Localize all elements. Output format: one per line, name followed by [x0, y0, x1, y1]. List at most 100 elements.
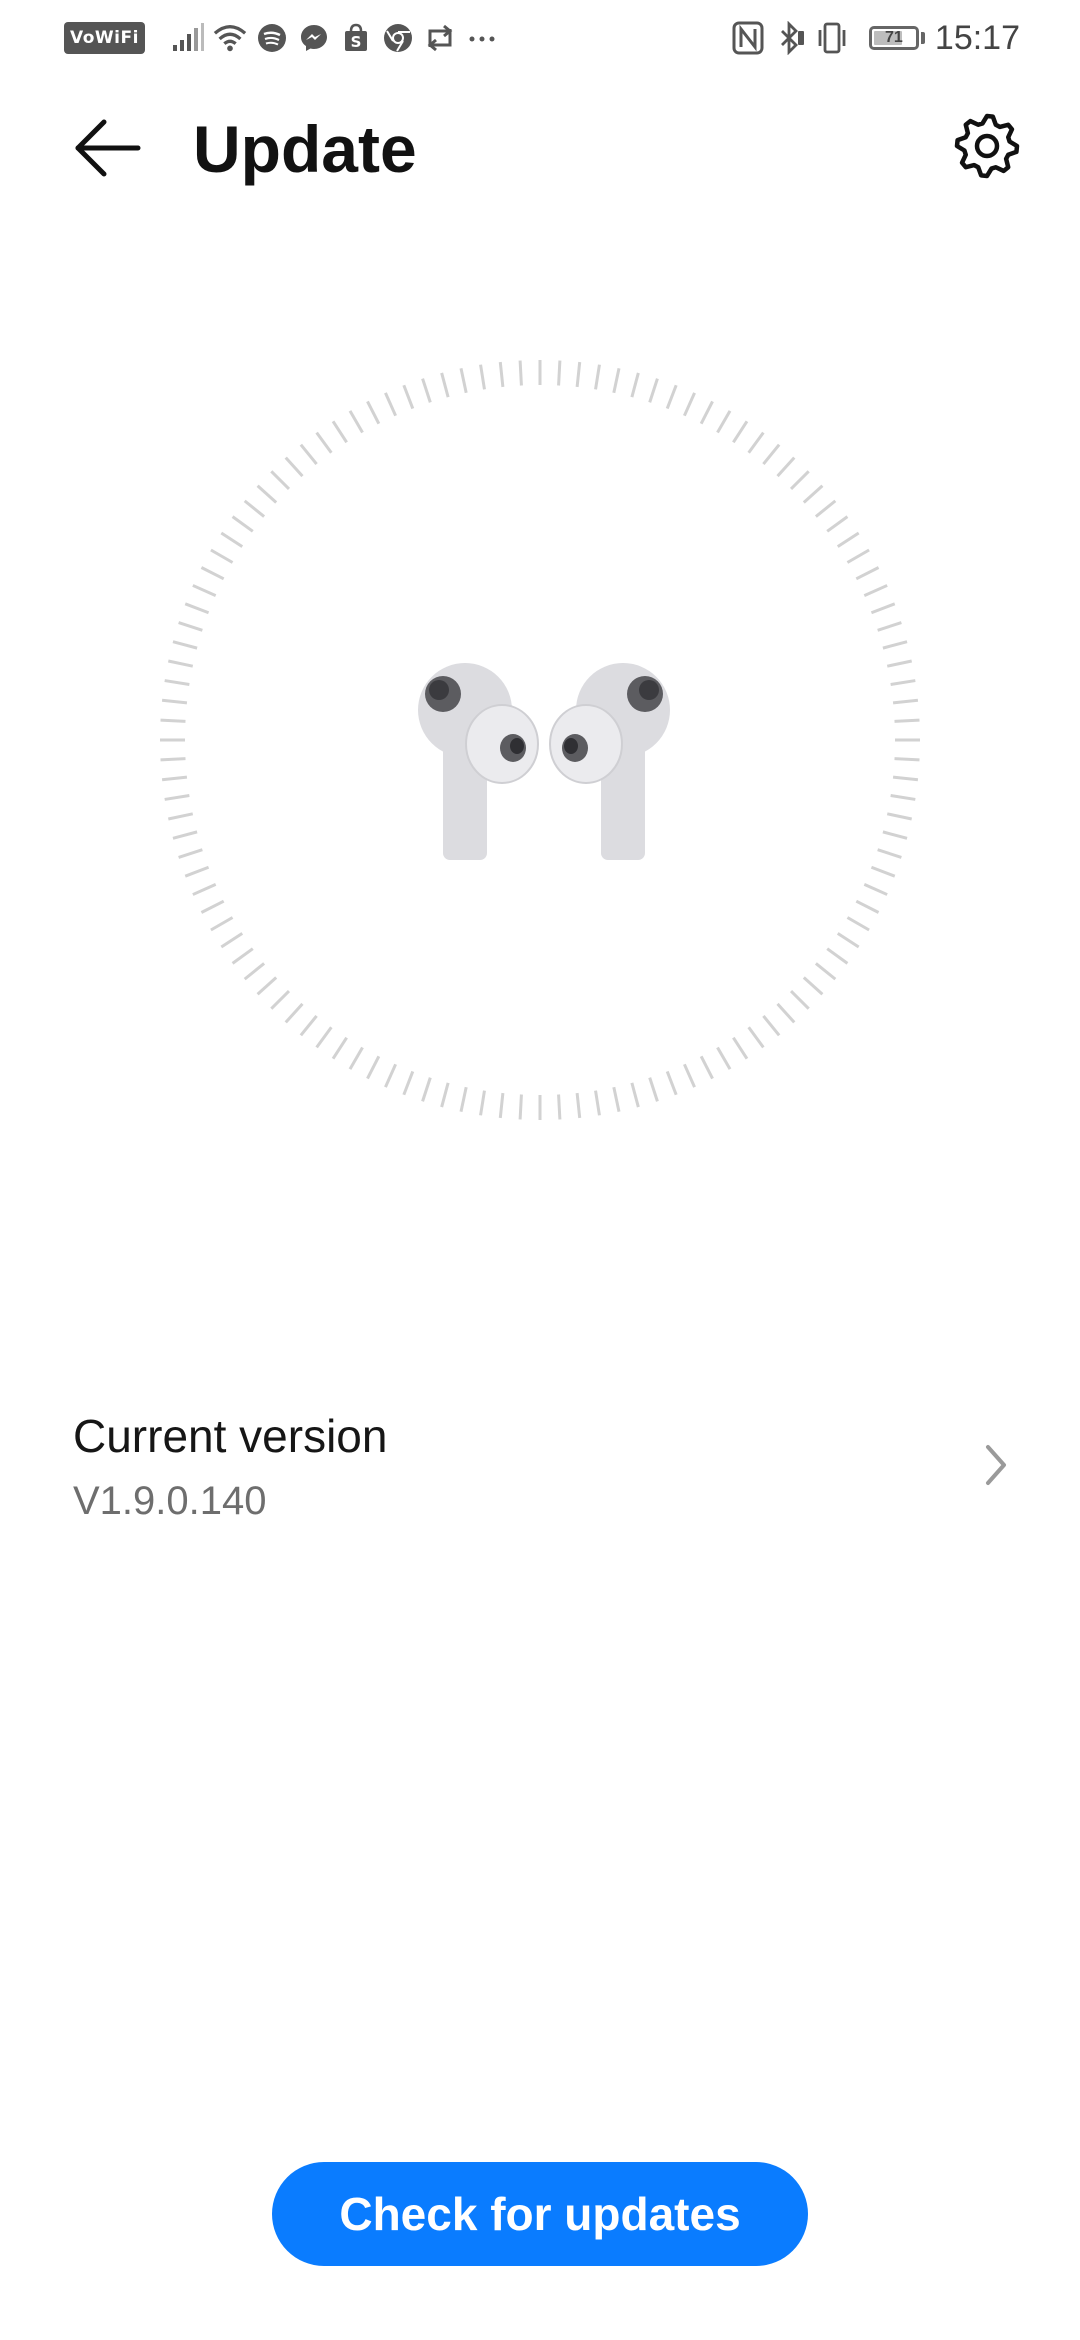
- page-title: Update: [193, 112, 417, 186]
- gear-icon: [951, 110, 1023, 187]
- ring-tick: [776, 456, 796, 478]
- vibrate-icon: [815, 21, 849, 55]
- ring-tick: [167, 659, 194, 668]
- ring-tick: [164, 794, 190, 801]
- status-time: 15:17: [934, 18, 1020, 57]
- ring-tick: [284, 1002, 304, 1024]
- settings-button[interactable]: [944, 105, 1030, 191]
- ring-tick: [575, 1092, 582, 1119]
- ring-tick: [178, 848, 203, 859]
- vowifi-badge: VoWiFi: [64, 22, 145, 54]
- ring-tick: [732, 420, 749, 444]
- ring-tick: [270, 989, 291, 1010]
- ring-tick: [594, 1090, 601, 1116]
- ring-tick: [648, 378, 659, 403]
- check-for-updates-button[interactable]: Check for updates: [272, 2162, 808, 2266]
- ring-tick: [243, 962, 266, 981]
- ring-tick: [161, 775, 188, 782]
- nfc-icon: [731, 21, 765, 55]
- ring-tick: [814, 499, 837, 518]
- ring-tick: [890, 794, 916, 801]
- ring-tick: [167, 812, 194, 821]
- ring-tick: [331, 1036, 348, 1060]
- ring-tick: [612, 367, 621, 394]
- current-version-row[interactable]: Current version V1.9.0.140: [0, 1395, 1080, 1545]
- ring-tick: [648, 1077, 659, 1102]
- more-notifications-icon: [465, 21, 499, 55]
- ring-tick: [348, 410, 364, 434]
- status-left-icons: VoWiFi S: [64, 16, 507, 60]
- ring-tick: [231, 947, 254, 965]
- ring-tick: [826, 947, 849, 965]
- ring-tick: [594, 364, 601, 390]
- progress-ring: [160, 360, 920, 1120]
- ring-tick: [802, 976, 824, 996]
- ring-tick: [348, 1046, 364, 1070]
- ring-tick: [612, 1086, 621, 1113]
- ring-tick: [762, 1014, 781, 1037]
- current-version-value: V1.9.0.140: [73, 1479, 267, 1523]
- ring-tick: [699, 400, 714, 425]
- ring-tick: [243, 499, 266, 518]
- ring-tick: [210, 548, 234, 564]
- ring-tick: [220, 932, 244, 949]
- status-bar: VoWiFi S 71 15:17: [0, 0, 1080, 80]
- ring-tick: [855, 899, 880, 914]
- ring-tick: [315, 1026, 333, 1049]
- ring-tick: [747, 431, 765, 454]
- wifi-icon: [213, 21, 247, 55]
- bluetooth-icon: [773, 21, 807, 55]
- battery-indicator: 71: [868, 26, 919, 50]
- shopping-bag-icon: S: [339, 21, 373, 55]
- app-header: Update: [0, 95, 1080, 205]
- ring-tick: [161, 698, 188, 705]
- ring-tick: [683, 392, 696, 417]
- ring-tick: [459, 367, 468, 394]
- ring-tick: [789, 470, 810, 491]
- ring-tick: [557, 360, 562, 386]
- ring-tick: [886, 659, 913, 668]
- ring-tick: [716, 1046, 732, 1070]
- ring-tick: [846, 916, 870, 932]
- ring-tick: [892, 775, 919, 782]
- ring-tick: [200, 566, 225, 581]
- ring-tick: [440, 372, 450, 398]
- ring-tick: [270, 470, 291, 491]
- ring-tick: [699, 1055, 714, 1080]
- ring-tick: [886, 812, 913, 821]
- ring-tick: [315, 431, 333, 454]
- ring-tick: [459, 1086, 468, 1113]
- ring-tick: [863, 584, 888, 597]
- ring-tick: [630, 372, 640, 398]
- battery-level: 71: [885, 29, 903, 46]
- ring-tick: [331, 420, 348, 444]
- ring-tick: [747, 1026, 765, 1049]
- ring-tick: [826, 515, 849, 533]
- ring-tick: [870, 865, 896, 878]
- ring-tick: [299, 443, 318, 466]
- ring-tick: [877, 848, 902, 859]
- ring-tick: [479, 364, 486, 390]
- ring-tick: [716, 410, 732, 434]
- ring-tick: [284, 456, 304, 478]
- ring-tick: [421, 378, 432, 403]
- back-arrow-icon: [72, 118, 142, 183]
- ring-tick: [384, 392, 397, 417]
- ring-tick: [630, 1082, 640, 1108]
- ring-tick: [172, 640, 198, 650]
- ring-tick: [231, 515, 254, 533]
- ring-tick: [882, 640, 908, 650]
- ring-tick: [863, 883, 888, 896]
- ring-tick: [892, 698, 919, 705]
- ring-tick: [184, 602, 210, 615]
- ring-tick: [683, 1063, 696, 1088]
- ring-tick: [498, 361, 505, 388]
- ring-tick: [440, 1082, 450, 1108]
- ring-tick: [479, 1090, 486, 1116]
- ring-tick: [894, 757, 920, 762]
- ring-tick: [172, 830, 198, 840]
- back-button[interactable]: [64, 107, 150, 193]
- ring-tick: [890, 679, 916, 686]
- ring-tick: [814, 962, 837, 981]
- ring-tick: [384, 1063, 397, 1088]
